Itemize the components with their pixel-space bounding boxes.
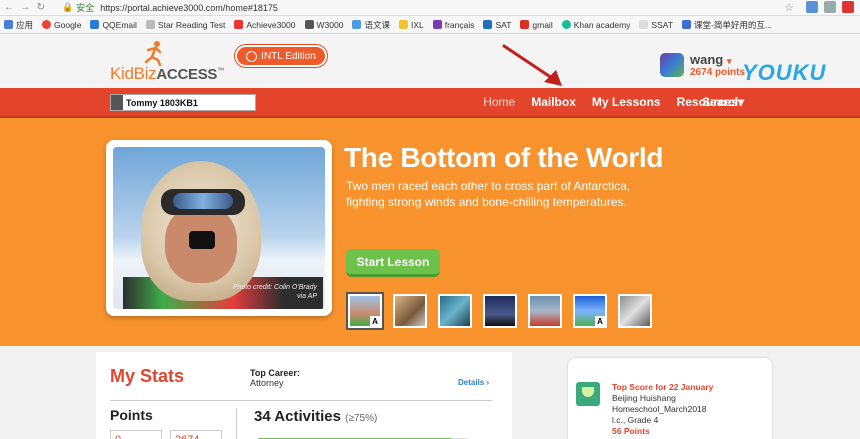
photo-mask — [189, 231, 215, 249]
main-nav: Home Mailbox My Lessons Resources▾ Searc… — [0, 88, 860, 118]
extension-icon[interactable] — [806, 1, 818, 13]
bookmark-item[interactable]: QQEmail — [90, 20, 137, 30]
lesson-thumbnail[interactable] — [393, 294, 427, 328]
nav-mailbox[interactable]: Mailbox — [531, 95, 576, 109]
user-menu[interactable]: wang ▾ 2674 points — [660, 52, 745, 78]
nav-search[interactable]: Search — [702, 95, 742, 109]
lesson-photo[interactable]: Photo credit: Colin O'Brady via AP — [113, 147, 325, 309]
bookmark-item[interactable]: Achieve3000 — [234, 20, 296, 30]
chevron-right-icon: › — [486, 378, 490, 387]
achieve-icon — [234, 20, 244, 29]
top-score-points: 56 Points — [612, 426, 650, 436]
youku-watermark: YOUKU — [742, 60, 827, 85]
trophy-icon — [576, 382, 600, 406]
lesson-description: Two men raced each other to cross part o… — [346, 179, 631, 209]
lesson-photo-frame: Photo credit: Colin O'Brady via AP — [106, 140, 332, 316]
top-score-level: l.c., Grade 4 — [612, 415, 659, 425]
lesson-thumbnails: A A — [346, 292, 652, 330]
forward-icon[interactable]: → — [18, 1, 32, 15]
details-link[interactable]: Details › — [458, 378, 489, 387]
photo-goggle-lens — [173, 193, 233, 209]
user-points: 2674 points — [690, 67, 746, 78]
nav-home[interactable]: Home — [483, 95, 515, 109]
bookmark-item[interactable]: 语文课 — [352, 19, 390, 31]
sat-icon — [483, 20, 493, 29]
khan-icon — [561, 20, 571, 29]
stats-vertical-divider — [236, 408, 237, 439]
page-icon — [639, 20, 649, 29]
points-box-month: 0 — [110, 430, 162, 439]
avatar[interactable] — [660, 53, 684, 77]
bookmark-item[interactable]: IXL — [398, 20, 424, 30]
extension-icon[interactable] — [842, 1, 854, 13]
featured-lesson: Photo credit: Colin O'Brady via AP The B… — [0, 118, 860, 346]
ixl-icon — [398, 20, 408, 29]
top-score-school: Beijing Huishang — [612, 393, 676, 403]
bookmark-item[interactable]: SSAT — [639, 20, 673, 30]
lock-icon: 🔒 — [62, 2, 74, 12]
mail-icon — [90, 20, 100, 29]
site-header: KidBizACCESS™ INTL Edition wang ▾ 2674 p… — [0, 34, 860, 88]
content-area: My Stats Top Career: Attorney Details › … — [0, 346, 860, 439]
ketang-icon — [681, 20, 691, 29]
lesson-thumbnail[interactable]: A — [573, 294, 607, 328]
my-stats-card: My Stats Top Career: Attorney Details › … — [96, 352, 512, 439]
lesson-title: The Bottom of the World — [344, 142, 664, 173]
secure-label: 安全 — [76, 3, 95, 13]
w3000-icon — [304, 20, 314, 29]
gmail-icon — [520, 20, 530, 29]
top-score-class: Homeschool_March2018 — [612, 404, 707, 414]
lesson-thumbnail[interactable] — [438, 294, 472, 328]
my-stats-title: My Stats — [110, 366, 185, 386]
selector-handle — [111, 95, 123, 110]
user-name: wang — [690, 52, 724, 67]
nav-my-lessons[interactable]: My Lessons — [592, 95, 661, 109]
url-text[interactable]: https://portal.achieve3000.com/home#1817… — [100, 3, 278, 13]
rl-icon — [145, 20, 155, 29]
lesson-thumbnail[interactable] — [483, 294, 517, 328]
photo-credit: Photo credit: Colin O'Brady via AP — [232, 284, 317, 300]
class-input[interactable] — [123, 97, 253, 108]
bookmark-item[interactable]: W3000 — [304, 20, 343, 30]
lesson-thumbnail[interactable] — [528, 294, 562, 328]
kidbiz-runner-icon — [144, 41, 162, 66]
class-selector[interactable] — [110, 94, 256, 111]
top-career-label: Top Career: — [250, 368, 300, 378]
start-lesson-button[interactable]: Start Lesson — [346, 249, 440, 277]
activities-count: 34 Activities (≥75%) — [254, 408, 378, 425]
caret-down-icon[interactable]: ▾ — [727, 56, 732, 66]
french-icon — [432, 20, 442, 29]
top-score-card: Top Score for 22 January Beijing Huishan… — [568, 358, 772, 439]
address-bar[interactable]: 🔒 安全 https://portal.achieve3000.com/home… — [62, 1, 278, 14]
bookmark-item[interactable]: Google — [42, 20, 81, 30]
reload-icon[interactable]: ↻ — [34, 1, 48, 15]
points-box-total: 2674 — [170, 430, 222, 439]
browser-toolbar: ← → ↻ 🔒 安全 https://portal.achieve3000.co… — [0, 0, 860, 16]
bookmarks-bar: 应用 Google QQEmail Star Reading Test Achi… — [0, 16, 860, 34]
top-score-title: Top Score for 22 January — [612, 382, 714, 392]
annotation-arrow-icon — [502, 44, 562, 86]
apps-icon — [4, 20, 13, 29]
top-career-value: Attorney — [250, 378, 284, 388]
bookmark-item[interactable]: SAT — [483, 20, 511, 30]
bookmark-item[interactable]: français — [432, 20, 474, 30]
bookmark-item[interactable]: gmail — [520, 20, 553, 30]
extension-icon[interactable] — [824, 1, 836, 13]
bookmark-item[interactable]: Star Reading Test — [145, 20, 225, 30]
lesson-thumbnail[interactable]: A — [346, 292, 384, 330]
bookmark-item[interactable]: 课堂-简单好用的互... — [681, 19, 772, 31]
stats-divider — [110, 400, 492, 401]
bookmark-star-icon[interactable]: ☆ — [784, 1, 794, 14]
back-icon[interactable]: ← — [2, 1, 16, 15]
points-label: Points — [110, 407, 153, 423]
bookmark-item[interactable]: Khan academy — [561, 20, 630, 30]
lesson-thumbnail[interactable] — [618, 294, 652, 328]
class-icon — [352, 20, 362, 29]
google-icon — [42, 20, 52, 29]
intl-edition-button[interactable]: INTL Edition — [235, 45, 327, 67]
bookmark-item[interactable]: 应用 — [4, 19, 33, 31]
extension-icons — [806, 1, 854, 13]
globe-icon — [246, 50, 258, 62]
kidbiz-logo[interactable]: KidBizACCESS™ — [110, 64, 224, 84]
